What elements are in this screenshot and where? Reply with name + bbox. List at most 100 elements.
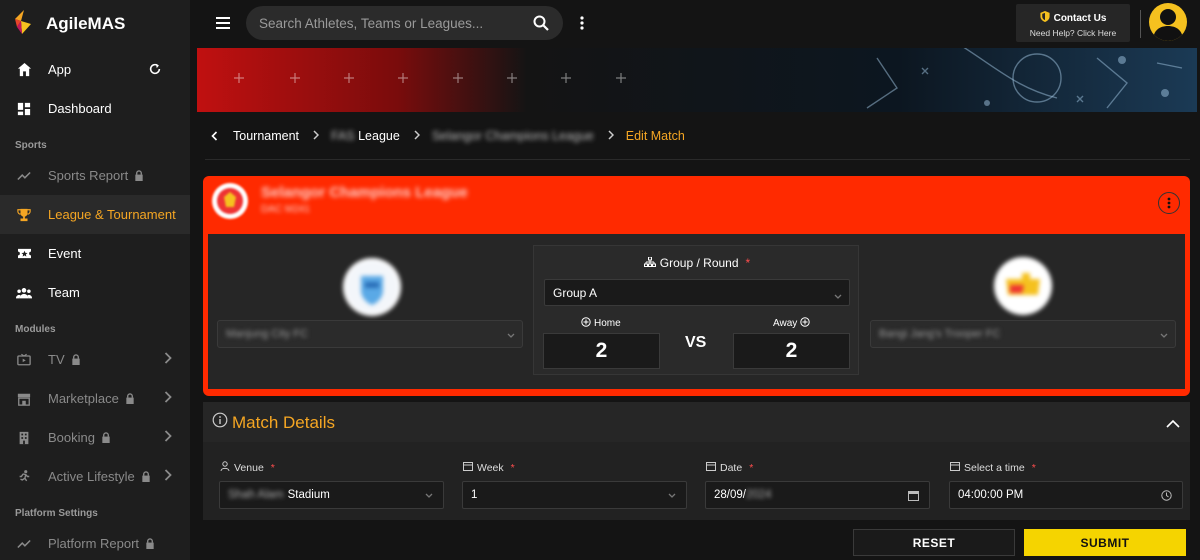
divider [205,159,1190,160]
week-value: 1 [471,489,478,501]
breadcrumb-item[interactable]: Tournament [233,129,299,143]
league-logo [212,183,248,219]
sidebar-item-label: Marketplace [48,391,119,406]
breadcrumb-item[interactable]: Selangor Champions League [432,129,594,143]
match-card: Selangor Champions League DAC M241 Manju… [203,176,1190,396]
shield-icon [1040,11,1050,25]
brand[interactable]: AgileMAS [0,0,190,48]
back-chevron-icon[interactable] [205,127,223,145]
section-label-sports: Sports [15,139,47,151]
group-icon [16,285,32,301]
home-score-input[interactable]: 2 [543,333,660,369]
add-circle-icon [581,317,591,330]
sidebar-item-label: Event [48,246,82,261]
time-input[interactable]: 04:00:00 PM [949,481,1183,509]
menu-icon[interactable] [216,16,230,34]
breadcrumb-separator-icon [313,129,320,143]
home-team-select[interactable]: Manjung City FC [217,320,523,348]
lock-icon [71,354,81,365]
search-icon[interactable] [533,15,549,36]
breadcrumb-separator-icon [608,129,614,143]
avatar[interactable] [1149,3,1187,41]
reset-button[interactable]: RESET [853,529,1015,556]
match-details-header[interactable]: Match Details [203,402,1190,442]
lock-icon [101,432,111,443]
search-input[interactable] [259,15,519,31]
match-details-panel: Match Details Venue * Shah Alam Stadium [203,402,1190,520]
match-details-title-text: Match Details [232,412,335,432]
sidebar-item-marketplace[interactable]: Marketplace [0,379,190,418]
trending-icon [16,536,32,552]
sidebar-item-dashboard[interactable]: Dashboard [0,89,190,128]
lock-icon [134,170,144,181]
lock-icon [141,471,151,482]
home-team-value: Manjung City FC [226,328,308,340]
contact-title: Contact Us [1053,12,1107,24]
required-mark: * [1031,461,1036,474]
sidebar-item-team[interactable]: Team [0,273,190,312]
match-details-title: Match Details [212,412,335,433]
round-select[interactable]: Group A [544,279,850,306]
lock-icon [145,538,155,549]
league-title: Selangor Champions League [261,184,468,201]
week-select[interactable]: 1 [462,481,687,509]
chevron-right-icon [164,391,172,406]
sidebar-item-tv[interactable]: TV [0,340,190,379]
refresh-icon[interactable] [148,62,162,79]
home-icon [16,62,32,78]
dashboard-icon [16,101,32,117]
sidebar-item-label: Booking [48,430,95,445]
breadcrumb-current: Edit Match [625,129,685,143]
round-panel: Group / Round * Group A Home 2 VS Away 2 [533,245,859,375]
sidebar: AgileMAS App Dashboard Sports Sports Rep… [0,0,190,560]
away-team-select[interactable]: Bangi Jang's Trooper FC [870,320,1176,348]
calendar-icon [463,461,473,474]
chevron-down-icon [1160,330,1168,342]
away-label-text: Away [773,318,798,329]
sidebar-item-platform-report[interactable]: Platform Report [0,524,190,560]
app-root: AgileMAS App Dashboard Sports Sports Rep… [0,0,1200,560]
date-year-blurred: 2024 [745,489,772,501]
contact-us-button[interactable]: Contact Us Need Help? Click Here [1016,4,1130,42]
date-label: Date * [706,461,753,474]
submit-button[interactable]: SUBMIT [1024,529,1186,556]
chevron-right-icon [164,469,172,484]
venue-select[interactable]: Shah Alam Stadium [219,481,444,509]
more-vert-icon[interactable] [580,16,584,35]
required-mark: * [745,256,751,270]
chevron-up-icon[interactable] [1166,415,1180,433]
sidebar-item-app[interactable]: App [0,50,190,89]
breadcrumb-item[interactable]: FAS League [331,129,400,143]
week-label: Week * [463,461,515,474]
sidebar-item-league-tournament[interactable]: League & Tournament [0,195,190,234]
required-mark: * [270,461,275,474]
date-label-text: Date [720,461,743,474]
calendar-icon [950,461,960,474]
home-label-text: Home [594,318,621,329]
store-icon [16,391,32,407]
sidebar-item-event[interactable]: Event [0,234,190,273]
clock-icon[interactable] [1161,490,1172,504]
calendar-icon[interactable] [908,490,919,504]
time-label: Select a time * [950,461,1036,474]
section-label-modules: Modules [15,323,56,335]
away-score-input[interactable]: 2 [733,333,850,369]
venue-blurred-prefix: Shah Alam [228,489,284,501]
round-label-text: Group / Round [659,256,739,270]
league-subtitle: DAC M241 [261,204,310,215]
time-label-text: Select a time [964,461,1025,474]
sidebar-item-label: TV [48,352,65,367]
topbar-divider [1140,10,1141,38]
sidebar-item-active-lifestyle[interactable]: Active Lifestyle [0,457,190,496]
date-input[interactable]: 28/09/ 2024 [705,481,930,509]
sidebar-item-sports-report[interactable]: Sports Report [0,156,190,195]
chevron-down-icon [425,490,433,502]
person-icon [220,461,230,474]
sidebar-item-label: Platform Report [48,536,140,551]
sidebar-item-booking[interactable]: Booking [0,418,190,457]
sidebar-item-label: App [48,62,72,77]
building-icon [16,430,32,446]
breadcrumb-separator-icon [414,129,420,143]
more-vert-icon[interactable] [1158,192,1180,214]
chevron-down-icon [668,490,676,502]
